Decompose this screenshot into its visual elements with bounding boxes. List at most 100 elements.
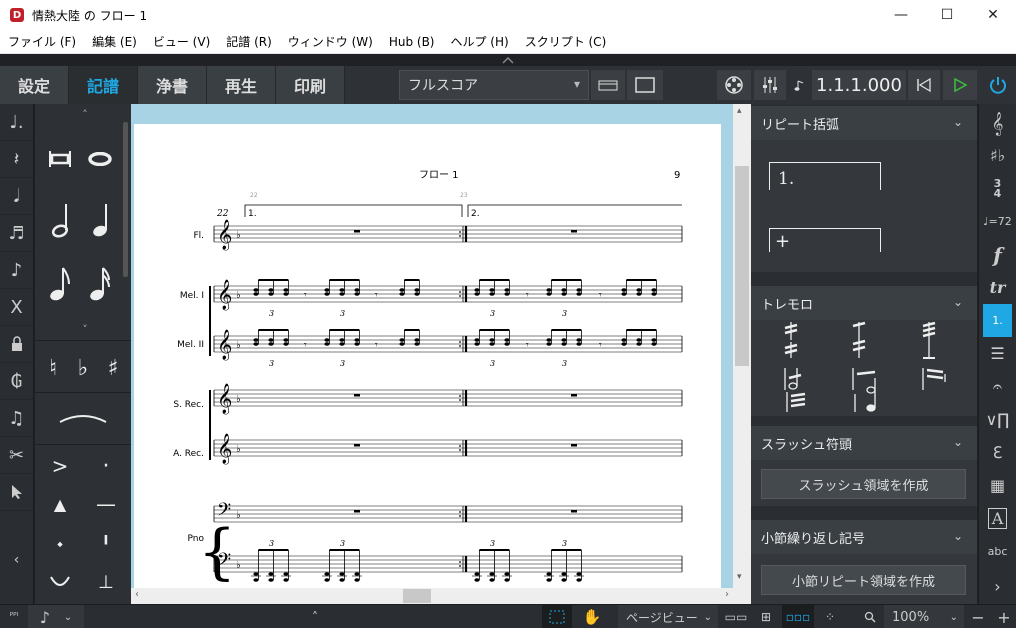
breve-button[interactable] [43,142,77,176]
chord-tool[interactable]: 𝅘𝅥 [0,178,33,215]
tremolo-two-note-icon[interactable] [852,368,876,394]
scrollbar-thumb[interactable] [403,589,431,603]
ending-bracket-2[interactable] [467,204,682,217]
right-panel-toggle[interactable]: › [979,570,1016,603]
holds-pauses-tool[interactable]: 𝄐 [979,370,1016,403]
hand-tool-button[interactable]: ✋ [578,605,606,628]
whole-note-button[interactable] [83,142,117,176]
scroll-down-arrow-icon[interactable]: ▾ [737,572,742,582]
single-pages-button[interactable]: ▫▫▫ [782,605,814,628]
text-tool[interactable]: A [979,502,1016,535]
grace-note-tool[interactable]: ♬ [0,215,33,252]
repeat-ending-add[interactable]: + [769,228,881,252]
tremolo-three-stroke-icon[interactable] [852,321,866,358]
natural-button[interactable]: ♮ [39,348,67,388]
rest-tool[interactable]: 𝄽 [0,141,33,178]
zoom-out-button[interactable]: − [966,605,990,628]
menu-help[interactable]: ヘルプ (H) [442,33,516,50]
time-signatures-tool[interactable]: 34 [979,172,1016,205]
note-input-select[interactable]: ♪ ⌄ [28,605,84,628]
layout-select[interactable]: フルスコア ▾ [399,70,589,100]
ending-bracket-1[interactable] [244,204,463,217]
play-button[interactable] [943,70,977,100]
accent-button[interactable]: > [43,452,77,480]
score-vertical-scrollbar[interactable]: ▴ ▾ [733,104,751,588]
section-header-repeat-endings[interactable]: リピート括弧 ⌄ [751,106,977,140]
lower-zone-toggle[interactable]: ˄ [305,605,325,628]
create-bar-repeat-region-button[interactable]: 小節リピート領域を作成 [761,565,966,595]
repeat-endings-tool[interactable]: 1. [983,304,1012,337]
section-header-bar-repeats[interactable]: 小節繰り返し記号 ⌄ [751,520,977,554]
selection-tool-button[interactable] [542,605,572,628]
toolbar-collapse-handle[interactable] [0,54,1016,66]
create-slash-region-button[interactable]: スラッシュ領域を作成 [761,469,966,499]
section-header-tremolo[interactable]: トレモロ ⌄ [751,286,977,320]
clefs-tool[interactable]: 𝄞 [979,106,1016,139]
spreads-horizontal-button[interactable]: ▭▭ [722,605,750,628]
tab-write[interactable]: 記譜 [69,66,138,104]
slash-note-tool[interactable]: ♪ [0,252,33,289]
key-signatures-tool[interactable]: ♯♭ [979,139,1016,172]
tab-play[interactable]: 再生 [207,66,276,104]
tremolo-two-stroke-icon[interactable] [784,342,798,358]
lyrics-tool[interactable]: abc [979,535,1016,568]
sharp-button[interactable]: ♯ [99,348,127,388]
quarter-note-button[interactable] [83,200,117,240]
scroll-up-icon[interactable]: ˄ [75,106,95,122]
tremolo-buzz-icon[interactable] [786,392,806,412]
click-button[interactable] [789,70,810,100]
insert-tool[interactable]: Ⅹ [0,289,33,326]
page-arrangement-button[interactable]: ⁘ [818,605,842,628]
playing-techniques-tool[interactable]: ∨∏ [979,403,1016,436]
menu-write[interactable]: 記譜 (R) [218,33,280,50]
dynamics-tool[interactable]: f [979,238,1016,271]
menu-window[interactable]: ウィンドウ (W) [280,33,381,50]
score-horizontal-scrollbar[interactable]: ‹ › [131,588,751,604]
page-view-button[interactable] [627,70,663,100]
tremolo-tool[interactable]: ☰ [979,337,1016,370]
tremolo-four-stroke-icon[interactable] [922,321,936,359]
menu-edit[interactable]: 編集 (E) [84,33,145,50]
menu-hub[interactable]: Hub (B) [381,35,443,49]
repeat-ending-first[interactable]: 1. [769,162,881,190]
galley-view-button[interactable] [591,70,625,100]
maximize-button[interactable]: ☐ [924,0,970,30]
tremolo-two-note-icon[interactable] [784,368,802,390]
select-tool[interactable] [0,474,33,511]
stress-button[interactable]: ╹ [89,530,123,558]
flat-button[interactable]: ♭ [69,348,97,388]
tab-print[interactable]: 印刷 [276,66,345,104]
menu-script[interactable]: スクリプト (C) [517,33,615,50]
force-duration-tool[interactable]: ₲ [0,363,33,400]
stress-mark-button[interactable]: ⊥ [89,568,123,596]
zoom-select[interactable]: 100% ⌄ [884,605,964,628]
slur-button[interactable] [45,400,121,434]
video-tool[interactable]: ▦ [979,469,1016,502]
scroll-down-icon[interactable]: ˅ [75,322,95,336]
menu-view[interactable]: ビュー (V) [145,33,218,50]
score-view[interactable]: フロー 1 9 22 23 22 1. 2. Fl. Mel. I Mel. I… [131,104,733,588]
tab-engrave[interactable]: 浄書 [138,66,207,104]
tenuto-button[interactable]: — [89,490,123,518]
scroll-up-arrow-icon[interactable]: ▴ [737,106,742,116]
close-button[interactable]: ✕ [970,0,1016,30]
tremolo-two-note-icon[interactable] [922,368,946,390]
eighth-note-button[interactable] [43,264,77,304]
pitch-input-icon[interactable]: ᴾᴾᴵ [2,605,26,628]
note-input-tool[interactable]: ♩. [0,104,33,141]
lock-duration-tool[interactable] [0,326,33,363]
menu-file[interactable]: ファイル (F) [0,33,84,50]
mixer-button[interactable] [754,70,786,100]
scroll-right-arrow-icon[interactable]: › [725,589,729,600]
scroll-left-arrow-icon[interactable]: ‹ [135,589,139,600]
hearing-tool[interactable]: ℇ [979,436,1016,469]
staccatissimo-button[interactable]: ⬩ [43,530,77,558]
tempo-tool[interactable]: ♩=72 [979,205,1016,238]
score-staves[interactable]: フロー 1 9 22 23 22 1. 2. Fl. Mel. I Mel. I… [134,124,721,588]
notes-panel-scrollbar[interactable] [123,122,128,277]
tab-setup[interactable]: 設定 [0,66,69,104]
marcato-button[interactable]: ▲ [43,490,77,518]
view-mode-select[interactable]: ページビュー ⌄ [618,605,718,628]
ornaments-tool[interactable]: tr [979,271,1016,304]
zoom-in-button[interactable]: + [992,605,1016,628]
